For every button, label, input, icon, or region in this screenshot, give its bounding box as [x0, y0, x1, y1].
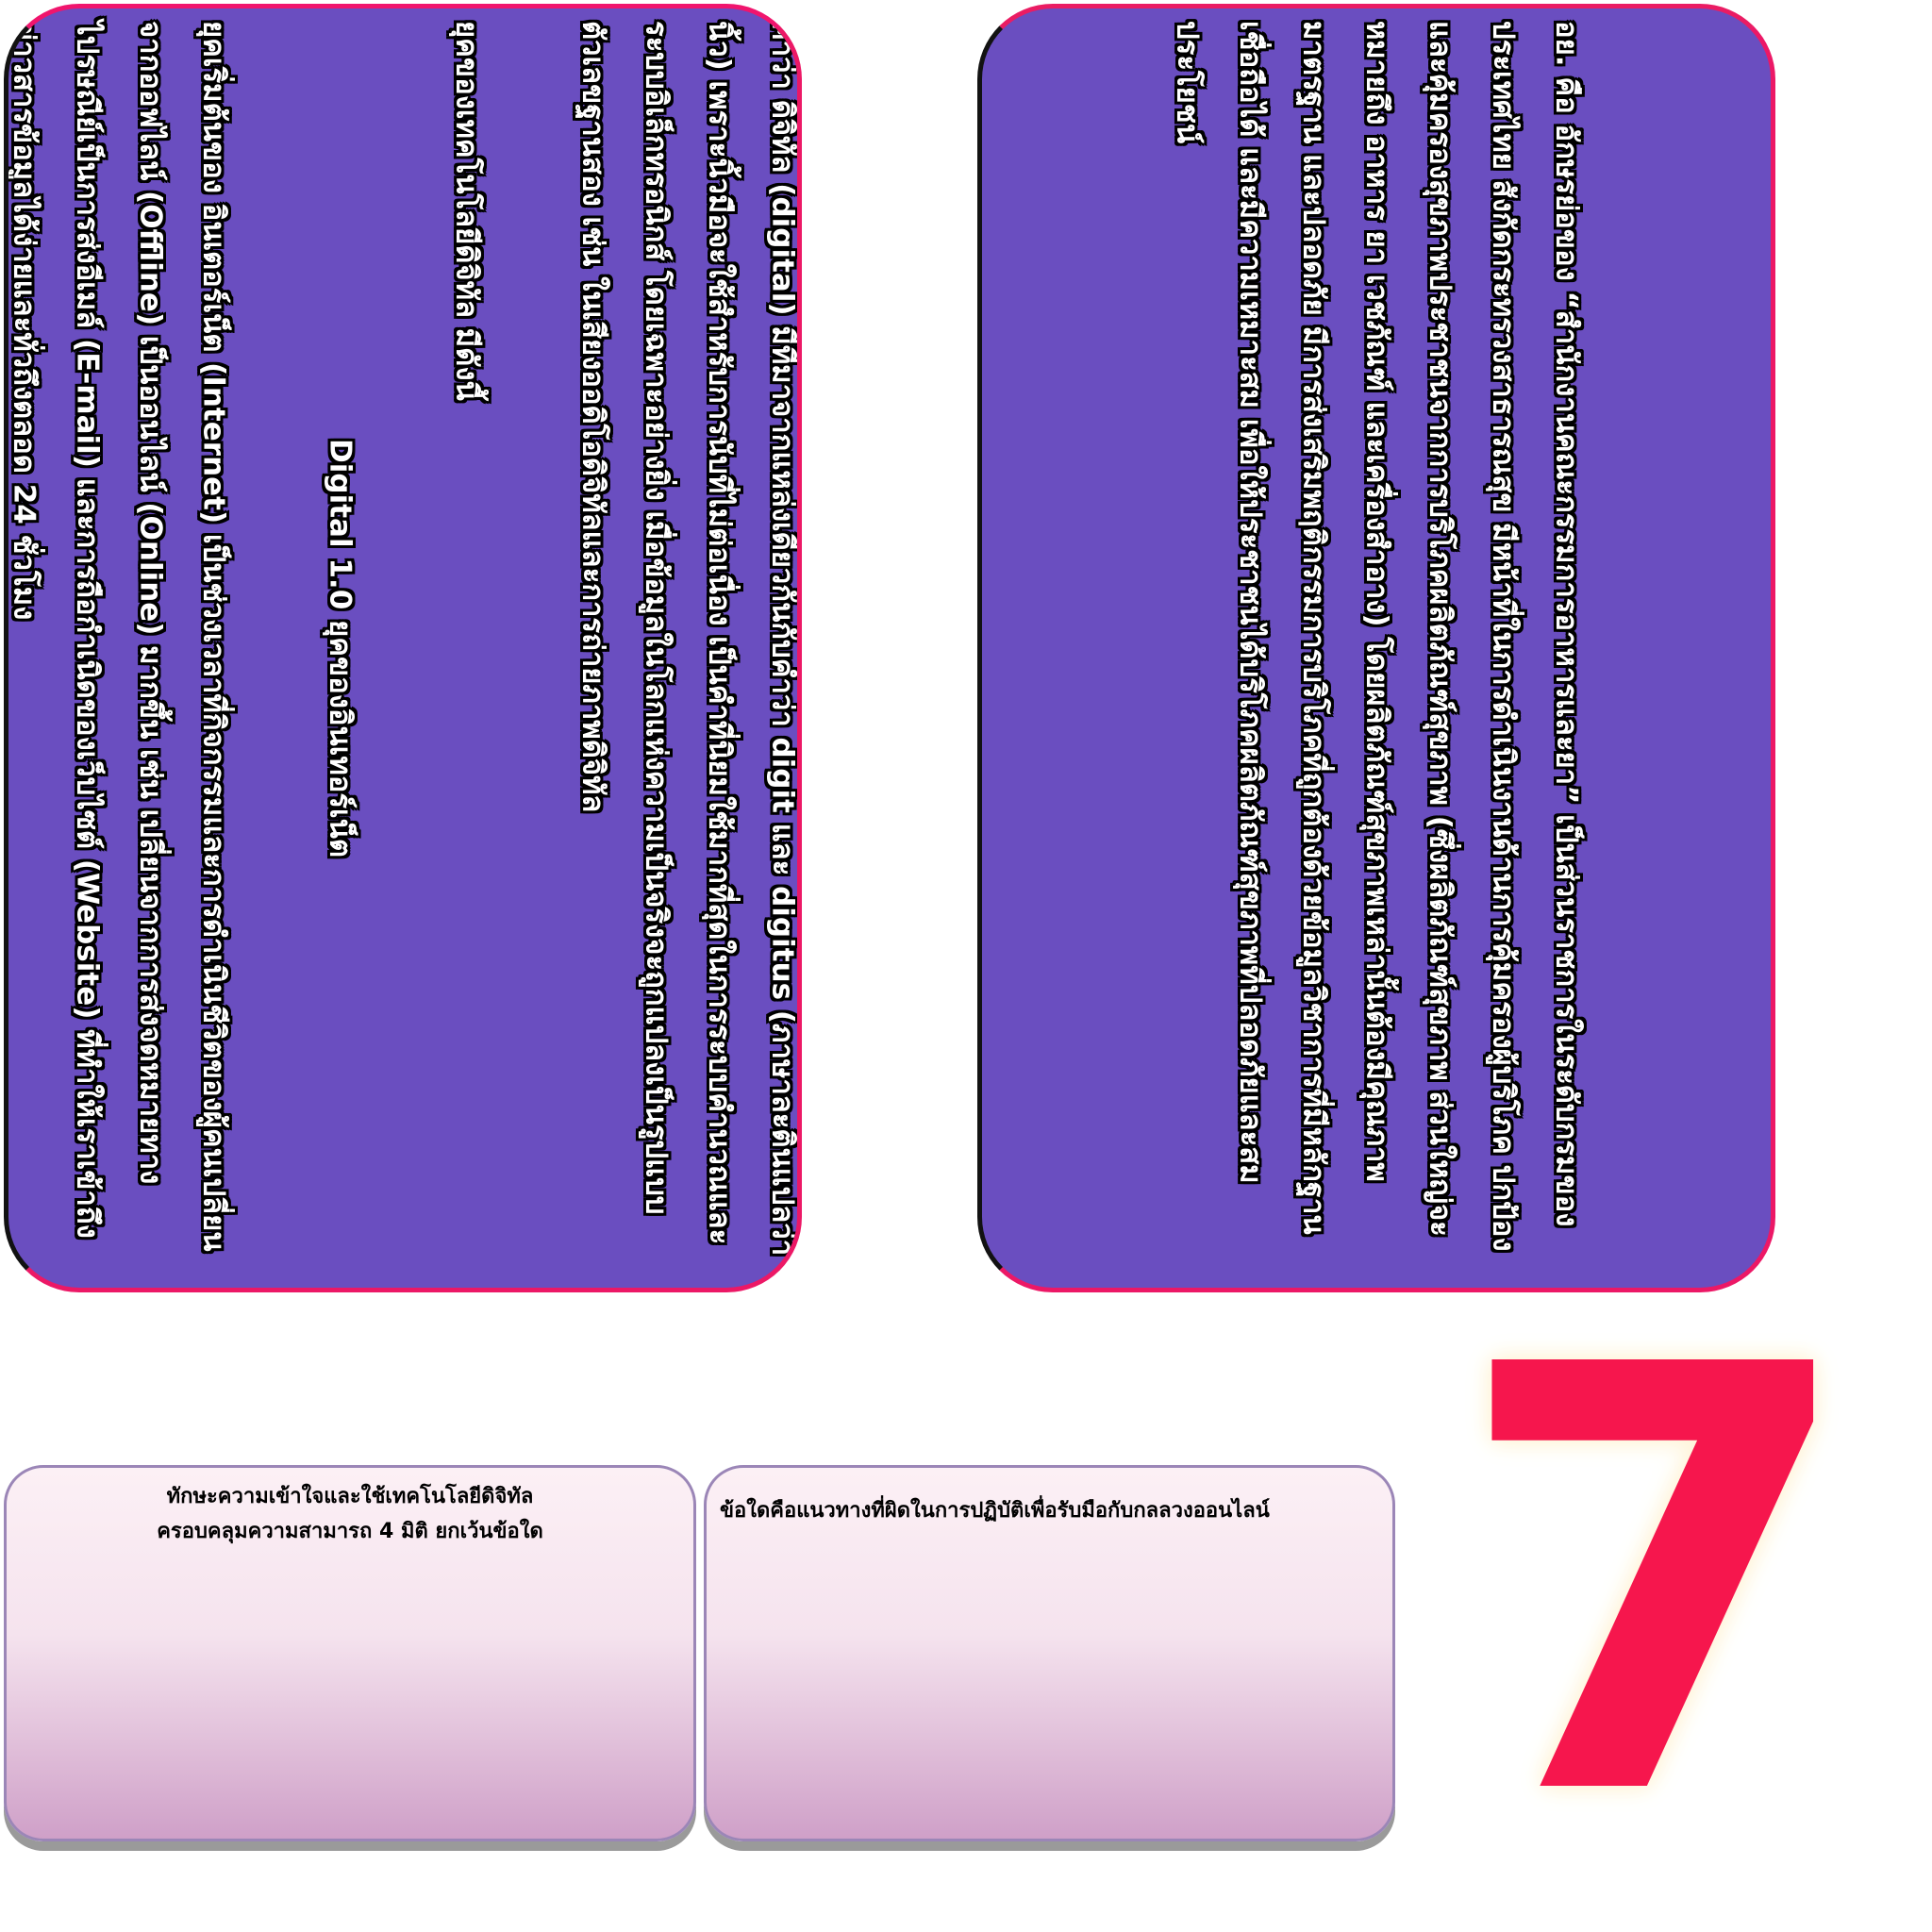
- question-text-right: ข้อใดคือแนวทางที่ผิดในการปฏิบัติเพื่อรับ…: [707, 1468, 1392, 1528]
- question-text-left: ทักษะความเข้าใจและใช้เทคโนโลยีดิจิทัล คร…: [7, 1468, 693, 1549]
- question-right-line1: ข้อใดคือแนวทางที่ผิดในการปฏิบัติเพื่อรับ…: [720, 1499, 1270, 1523]
- digital-1-0-description: ยุคเริ่มต้นของ อินเตอร์เน็ต (Internet) เ…: [7, 21, 231, 1252]
- fda-info-text: อย. คือ อักษรย่อของ “สำนักงานคณะกรรมการอ…: [1092, 21, 1661, 1275]
- question-left-line1: ทักษะความเข้าใจและใช้เทคโนโลยีดิจิทัล: [166, 1485, 534, 1508]
- fda-description: อย. คือ อักษรย่อของ “สำนักงานคณะกรรมการอ…: [1170, 21, 1584, 1252]
- digital-definition: คำว่า ดิจิทัล (digital) มีที่มาจากแหล่งเ…: [575, 21, 800, 1257]
- info-card-fda: อย. คือ อักษรย่อของ “สำนักงานคณะกรรมการอ…: [977, 4, 1775, 1292]
- question-box-left[interactable]: ทักษะความเข้าใจและใช้เทคโนโลยีดิจิทัล คร…: [4, 1465, 696, 1841]
- question-number: 7: [1453, 1244, 1860, 1924]
- question-left-line2: ครอบคลุมความสามารถ 4 มิติ ยกเว้นข้อใด: [157, 1520, 543, 1543]
- question-box-right[interactable]: ข้อใดคือแนวทางที่ผิดในการปฏิบัติเพื่อรับ…: [704, 1465, 1395, 1841]
- digital-info-text: คำว่า ดิจิทัล (digital) มีที่มาจากแหล่งเ…: [7, 21, 800, 1275]
- digital-eras-heading: ยุคของเทคโนโลยีดิจิทัล มีดังนี้: [449, 21, 484, 401]
- info-card-digital: คำว่า ดิจิทัล (digital) มีที่มาจากแหล่งเ…: [4, 4, 802, 1292]
- digital-1-0-heading: Digital 1.0 ยุคของอินเทอร์เน็ต: [323, 439, 358, 858]
